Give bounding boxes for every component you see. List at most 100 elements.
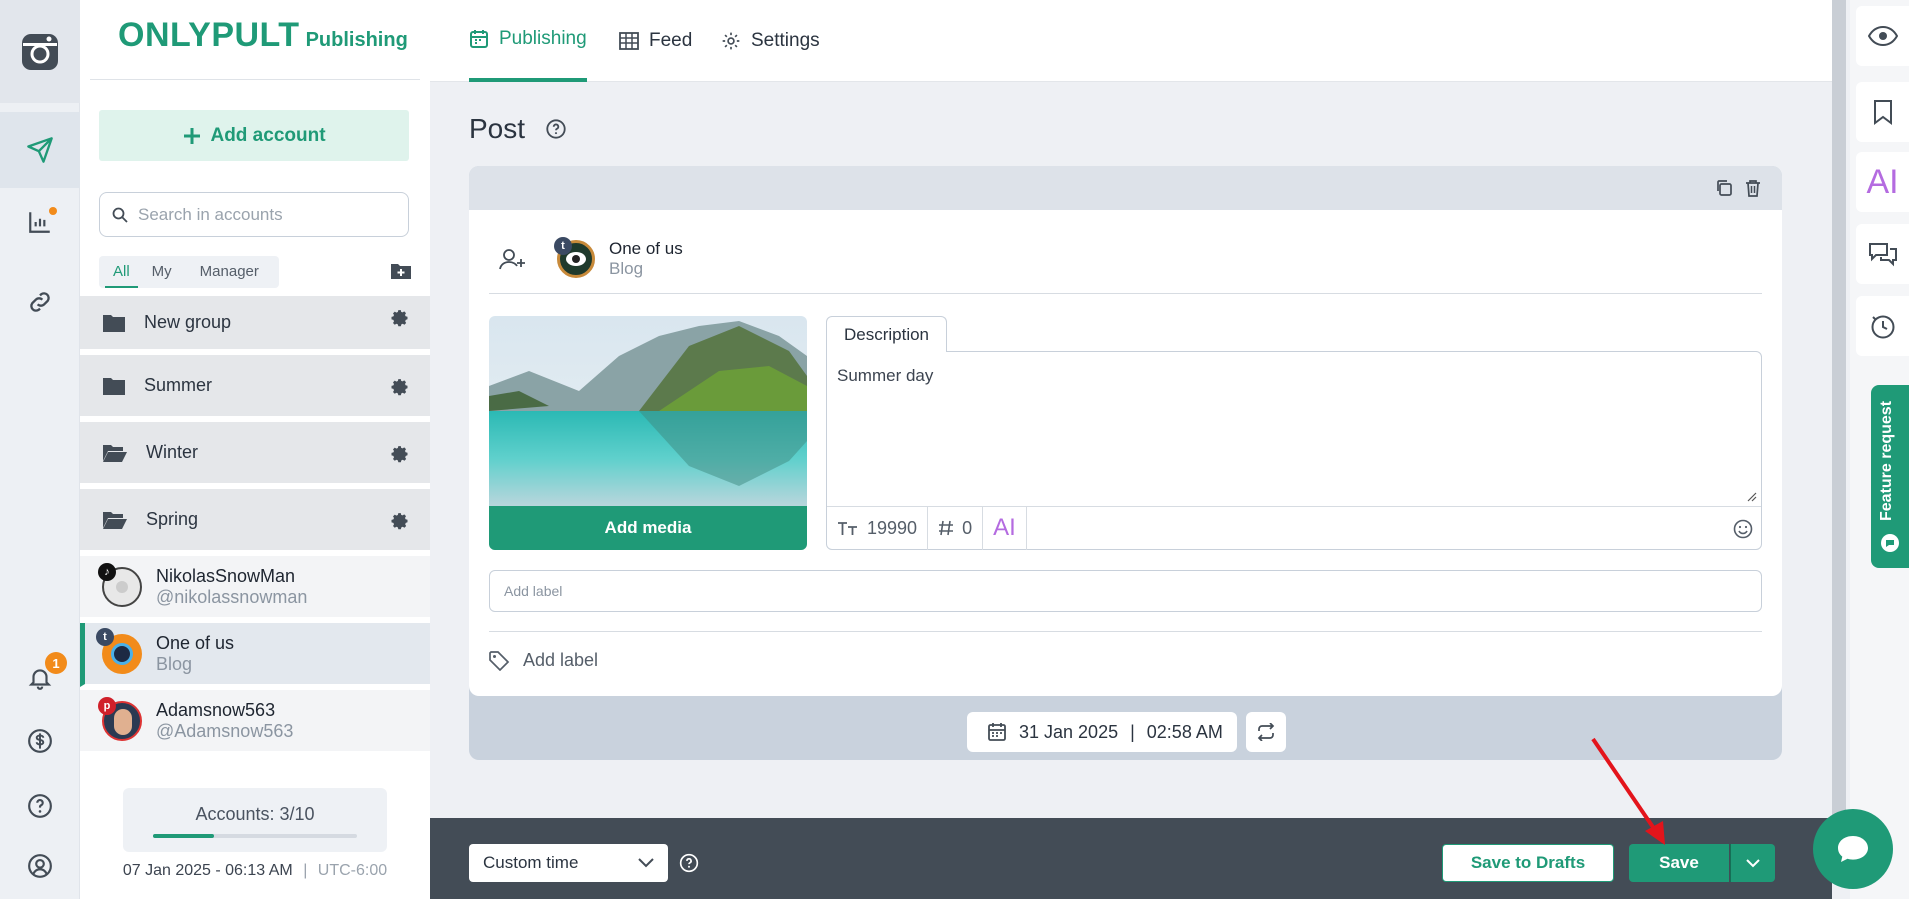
group-new-group[interactable]: New group	[80, 296, 430, 352]
history-timer-icon[interactable]	[1856, 296, 1909, 356]
publish-datetime-picker[interactable]: 31 Jan 2025 | 02:58 AM	[967, 712, 1237, 752]
media-preview[interactable]: Add media	[489, 316, 807, 550]
account-adamsnow563[interactable]: p Adamsnow563 @Adamsnow563	[80, 690, 430, 754]
plus-icon	[184, 127, 201, 144]
account-one-of-us[interactable]: t One of us Blog	[80, 623, 430, 687]
group-settings-gear-icon[interactable]	[390, 511, 410, 531]
account-handle: @nikolassnowman	[156, 586, 308, 607]
account-filter-tabs: All My Manager	[99, 256, 279, 288]
schedule-mode-select[interactable]: Custom time	[469, 844, 668, 882]
group-summer[interactable]: Summer	[80, 355, 430, 419]
tab-publishing[interactable]: Publishing	[469, 0, 587, 82]
account-search-input[interactable]: Search in accounts	[99, 192, 409, 237]
tab-feed[interactable]: Feed	[619, 0, 692, 82]
group-settings-gear-icon[interactable]	[390, 444, 410, 464]
group-settings-gear-icon[interactable]	[390, 308, 410, 328]
instagram-logo-icon[interactable]	[0, 0, 80, 103]
filter-my[interactable]: My	[138, 256, 186, 288]
description-tab[interactable]: Description	[826, 316, 947, 352]
save-options-dropdown[interactable]	[1730, 844, 1775, 882]
text-size-icon	[838, 522, 857, 535]
annotation-arrow-icon	[1591, 737, 1665, 845]
tab-label: Feed	[649, 30, 693, 51]
group-name: Summer	[144, 375, 213, 395]
gear-icon	[722, 32, 740, 50]
add-account-label: Add account	[210, 124, 326, 146]
accounts-count: Accounts: 3/10	[195, 804, 315, 824]
tab-settings[interactable]: Settings	[721, 0, 820, 82]
ai-assistant-button[interactable]: AI	[983, 506, 1027, 550]
analytics-alert-dot	[49, 207, 57, 215]
hashtag-icon	[939, 520, 954, 536]
brand-name: ONLYPULT	[118, 16, 300, 54]
copy-icon[interactable]	[1715, 179, 1733, 197]
account-nikolassnowman[interactable]: ♪ NikolasSnowMan @nikolassnowman	[80, 556, 430, 620]
emoji-icon[interactable]	[1733, 519, 1753, 539]
account-handle: Blog	[156, 653, 193, 674]
calendar-icon	[470, 30, 488, 48]
selected-account-avatar: t	[554, 236, 595, 278]
accounts-sidebar: ONLYPULT Publishing Add account Search i…	[80, 0, 430, 899]
add-user-icon[interactable]	[499, 247, 527, 271]
calendar-icon	[988, 723, 1006, 741]
pinterest-network-icon: p	[98, 696, 116, 715]
date-time-separator: |	[1130, 721, 1135, 742]
hashtag-count: 0	[962, 517, 973, 538]
tumblr-network-icon: t	[96, 627, 114, 646]
group-winter[interactable]: Winter	[80, 422, 430, 486]
add-folder-icon[interactable]	[390, 262, 412, 280]
group-settings-gear-icon[interactable]	[390, 377, 410, 397]
post-title-text: Post	[469, 113, 526, 144]
analytics-nav-icon[interactable]	[0, 184, 80, 260]
page-scrollbar[interactable]	[1832, 0, 1846, 818]
tag-icon	[489, 650, 510, 671]
live-chat-button[interactable]	[1813, 809, 1893, 889]
repeat-button[interactable]	[1246, 712, 1286, 752]
tumblr-network-icon: t	[554, 236, 572, 255]
selected-accounts-row: t One of us Blog	[489, 224, 1762, 294]
icon-rail: 1	[0, 0, 80, 899]
add-media-button[interactable]: Add media	[489, 506, 807, 550]
avatar: p	[98, 696, 142, 741]
feature-request-tab[interactable]: Feature request	[1871, 385, 1909, 568]
char-counter: 19990	[827, 506, 929, 550]
brand-logo[interactable]: ONLYPULT Publishing	[118, 16, 408, 55]
tab-label: Publishing	[499, 28, 587, 49]
accounts-usage: Accounts: 3/10	[123, 788, 387, 852]
description-editor[interactable]: Summer day 19990 0 AI	[826, 351, 1762, 550]
publishing-nav-icon[interactable]	[0, 112, 80, 188]
timezone[interactable]: UTC-6:00	[318, 862, 387, 879]
post-editor: t One of us Blog Add media Description S…	[469, 210, 1782, 696]
hashtag-counter[interactable]: 0	[928, 506, 984, 550]
resize-handle-icon[interactable]	[1747, 492, 1757, 502]
add-label-button[interactable]: Add label	[489, 631, 1762, 681]
account-name: One of us	[156, 632, 235, 653]
tiktok-network-icon: ♪	[98, 562, 116, 581]
comments-chat-icon[interactable]	[1856, 224, 1909, 284]
bookmark-icon[interactable]	[1856, 82, 1909, 142]
trash-icon[interactable]	[1745, 179, 1761, 197]
description-toolbar: 19990 0 AI	[827, 506, 1761, 550]
add-account-button[interactable]: Add account	[99, 110, 409, 161]
message-icon	[1881, 534, 1899, 552]
group-spring[interactable]: Spring	[80, 489, 430, 553]
avatar: t	[96, 627, 142, 674]
link-nav-icon[interactable]	[0, 264, 80, 340]
accounts-usage-fill	[153, 834, 215, 838]
help-question-icon[interactable]	[545, 118, 567, 140]
label-input[interactable]: Add label	[489, 570, 1762, 612]
account-name: NikolasSnowMan	[156, 565, 296, 586]
publish-time: 02:58 AM	[1146, 721, 1223, 742]
profile-user-icon[interactable]	[0, 828, 80, 899]
description-text[interactable]: Summer day	[837, 366, 933, 386]
top-navigation: Publishing Feed Settings	[430, 0, 1832, 82]
post-card: t One of us Blog Add media Description S…	[469, 166, 1782, 760]
notifications-badge: 1	[45, 652, 67, 674]
preview-eye-icon[interactable]	[1856, 6, 1909, 66]
group-name: Winter	[146, 442, 199, 462]
filter-manager[interactable]: Manager	[186, 256, 273, 288]
help-question-icon[interactable]	[679, 853, 699, 873]
post-card-header	[469, 166, 1782, 210]
filter-all[interactable]: All	[105, 256, 138, 288]
ai-tools-button[interactable]: AI	[1856, 152, 1909, 212]
